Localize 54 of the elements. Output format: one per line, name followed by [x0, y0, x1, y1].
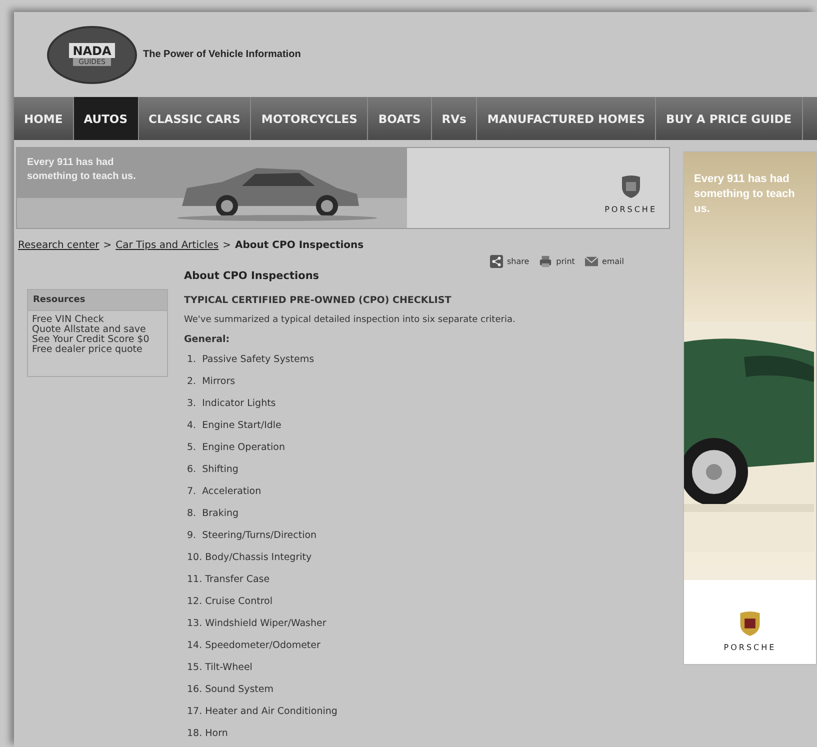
- breadcrumb-link[interactable]: Car Tips and Articles: [116, 240, 219, 251]
- crest-icon: [739, 611, 761, 637]
- checklist-item: 5. Engine Operation: [186, 442, 286, 455]
- checklist-item: 14. Speedometer/Odometer: [186, 640, 322, 653]
- crest-icon: [620, 175, 641, 199]
- checklist-item: 15. Tilt-Wheel: [186, 662, 254, 675]
- printer-icon: [539, 255, 552, 268]
- nav-tab[interactable]: MOTORCYCLES: [251, 97, 368, 140]
- article-title: About CPO Inspections: [184, 270, 320, 282]
- checklist-item: 18. Horn: [186, 728, 229, 741]
- brand-name: PORSCHE: [604, 205, 657, 214]
- nav-tab[interactable]: CLASSIC CARS: [138, 97, 252, 140]
- checklist-item: 12. Cruise Control: [186, 596, 274, 609]
- checklist-item: 7. Acceleration: [186, 486, 262, 499]
- resource-link[interactable]: Free VIN Check: [32, 315, 163, 325]
- resource-link[interactable]: See Your Credit Score $0: [32, 335, 163, 345]
- brand-name: PORSCHE: [724, 643, 776, 652]
- article-subtitle: TYPICAL CERTIFIED PRE-OWNED (CPO) CHECKLIST: [184, 295, 452, 306]
- checklist-item: 9. Steering/Turns/Direction: [186, 530, 318, 543]
- breadcrumb-separator: >: [103, 240, 112, 251]
- nav-tab[interactable]: MANUFACTURED HOMES: [477, 97, 656, 140]
- action-link[interactable]: email: [584, 255, 624, 268]
- checklist-item: 10. Body/Chassis Integrity: [186, 552, 313, 565]
- checklist-item: 4. Engine Start/Idle: [186, 420, 282, 433]
- checklist-item: 2. Mirrors: [186, 376, 236, 389]
- checklist-item: 3. Indicator Lights: [186, 398, 277, 411]
- article-intro: We've summarized a typical detailed inspection into six separate criteria.: [184, 315, 516, 325]
- checklist-item: 11. Transfer Case: [186, 574, 271, 587]
- nav-tab[interactable]: AUTOS: [74, 97, 138, 140]
- tagline: The Power of Vehicle Information: [143, 49, 301, 60]
- nav-tab[interactable]: BUY A PRICE GUIDE: [656, 97, 803, 140]
- checklist-item: 17. Heater and Air Conditioning: [186, 706, 338, 719]
- breadcrumb-current: About CPO Inspections: [235, 240, 364, 251]
- breadcrumb-separator: >: [222, 240, 232, 251]
- checklist-item: 1. Passive Safety Systems: [186, 354, 316, 367]
- ad-headline: Every 911 has had something to teach us.: [27, 156, 137, 184]
- checklist-item: 6. Shifting: [186, 464, 240, 477]
- banner-ad[interactable]: Every 911 has had something to teach us. PORSCHE: [16, 147, 670, 229]
- share-icon: [490, 255, 503, 268]
- action-link[interactable]: share: [490, 255, 530, 268]
- panel-title: Resources: [28, 290, 167, 311]
- side-ad[interactable]: Every 911 has had something to teach us. PORSCHE: [683, 151, 817, 665]
- ad-headline: Every 911 has had something to teach us.: [694, 172, 796, 217]
- action-link[interactable]: print: [539, 255, 575, 268]
- checklist-item: 13. Windshield Wiper/Washer: [186, 618, 328, 631]
- envelope-icon: [584, 255, 598, 268]
- nav-tab[interactable]: BOATS: [368, 97, 432, 140]
- resource-link[interactable]: Free dealer price quote: [32, 345, 163, 355]
- checklist-item: 16. Sound System: [186, 684, 274, 697]
- resource-link[interactable]: Quote Allstate and save: [32, 325, 163, 335]
- nav-tab[interactable]: RVs: [432, 97, 478, 140]
- checklist-item: 8. Braking: [186, 508, 240, 521]
- breadcrumb-link[interactable]: Research center: [18, 240, 100, 251]
- section-heading: General:: [184, 334, 231, 345]
